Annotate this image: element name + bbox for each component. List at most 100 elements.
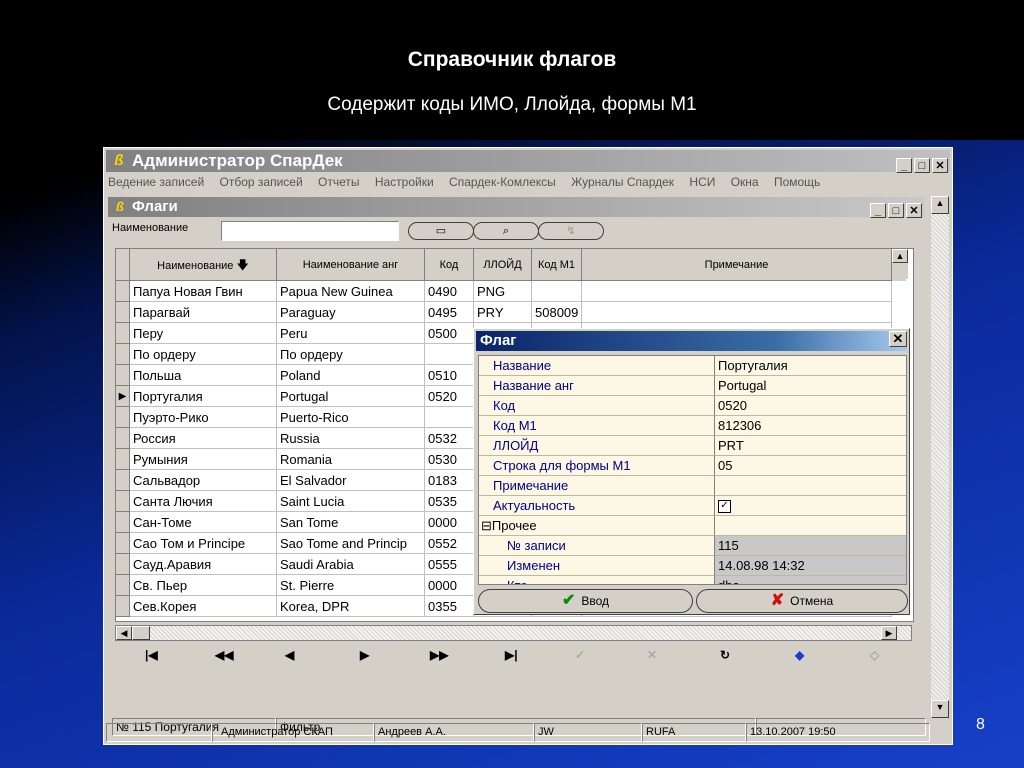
cell-code[interactable] [425,407,474,428]
cell-name-en[interactable]: Poland [277,365,425,386]
property-row[interactable]: Название анг Portugal [479,376,906,396]
cell-note[interactable] [582,302,892,323]
property-row[interactable]: Актуальность ✓ [479,496,906,516]
dialog-close-button[interactable]: ✕ [889,331,907,347]
cell-code[interactable]: 0490 [425,281,474,302]
flags-titlebar[interactable]: ß Флаги _ □ ✕ [108,197,924,218]
property-value[interactable] [715,516,906,536]
cell-code[interactable]: 0555 [425,554,474,575]
cell-name[interactable]: Санта Лючия [130,491,277,512]
app-scroll-down-button[interactable]: ▼ [931,700,949,718]
property-value[interactable]: 812306 [715,416,906,436]
app-scroll-up-button[interactable]: ▲ [931,196,949,214]
cell-name-en[interactable]: Peru [277,323,425,344]
cell-name-en[interactable]: Saudi Arabia [277,554,425,575]
property-row[interactable]: Строка для формы М1 05 [479,456,906,476]
cancel-button[interactable]: ✘ Отмена [696,589,908,613]
menu-item[interactable]: Спардек-Комлексы [449,175,556,189]
cell-name[interactable]: Португалия [130,386,277,407]
column-header-note[interactable]: Примечание [582,249,892,281]
cell-name-en[interactable]: San Tome [277,512,425,533]
cell-note[interactable] [582,281,892,302]
cell-name[interactable]: Польша [130,365,277,386]
cell-code[interactable]: 0520 [425,386,474,407]
property-value[interactable]: 14.08.98 14:32 [715,556,906,576]
cell-name-en[interactable]: Paraguay [277,302,425,323]
cell-name[interactable]: Румыния [130,449,277,470]
cell-name-en[interactable]: Saint Lucia [277,491,425,512]
property-row[interactable]: ⊟Прочее [479,516,906,536]
property-row[interactable]: Название Португалия [479,356,906,376]
first-record-icon[interactable]: |◀ [145,648,158,662]
flags-minimize-button[interactable]: _ [870,203,886,218]
app-vertical-scrollbar[interactable]: ▲ ▼ [931,196,949,718]
property-row[interactable]: Код М1 812306 [479,416,906,436]
cell-name[interactable]: Пуэрто-Рико [130,407,277,428]
minimize-button[interactable]: _ [896,158,912,173]
edit-record-button[interactable]: ▭ [408,222,474,240]
property-row[interactable]: Примечание [479,476,906,496]
prior-page-icon[interactable]: ◀◀ [215,648,233,662]
next-record-icon[interactable]: ▶ [360,648,369,662]
post-icon[interactable]: ✓ [575,648,585,662]
property-value[interactable]: Португалия [715,356,906,376]
cell-code[interactable]: 0532 [425,428,474,449]
next-page-icon[interactable]: ▶▶ [430,648,448,662]
cell-name[interactable]: Перу [130,323,277,344]
cell-name-en[interactable]: Portugal [277,386,425,407]
refresh-data-icon[interactable]: ↻ [720,648,730,662]
filter-icon[interactable]: ◇ [870,648,879,662]
property-value[interactable]: 05 [715,456,906,476]
grid-horizontal-scrollbar[interactable]: ◀ ▶ [115,625,912,641]
cell-code[interactable]: 0535 [425,491,474,512]
filter-input[interactable] [221,221,399,241]
column-header-name-en[interactable]: Наименование анг [277,249,425,281]
cell-name[interactable]: Сальвадор [130,470,277,491]
app-titlebar[interactable]: ß Администратор СпарДек _ □ ✕ [106,150,950,173]
cell-name[interactable]: Св. Пьер [130,575,277,596]
cell-name[interactable]: Россия [130,428,277,449]
close-button[interactable]: ✕ [932,158,948,173]
find-record-button[interactable]: ⌕ [473,222,539,240]
property-value[interactable]: PRT [715,436,906,456]
menu-item[interactable]: Окна [731,175,759,189]
cell-code[interactable]: 0552 [425,533,474,554]
dialog-titlebar[interactable]: Флаг [476,331,907,351]
refresh-button[interactable]: ↯ [538,222,604,240]
cell-name-en[interactable]: Puerto-Rico [277,407,425,428]
cell-name[interactable]: Сан-Томе [130,512,277,533]
menu-item[interactable]: Ведение записей [108,175,204,189]
scroll-right-button[interactable]: ▶ [881,626,897,640]
ok-button[interactable]: ✔ Ввод [478,589,693,613]
property-row[interactable]: № записи 115 [479,536,906,556]
property-row[interactable]: ЛЛОЙД PRT [479,436,906,456]
table-row[interactable]: Папуа Новая Гвин Papua New Guinea 0490 PNG [116,281,906,302]
cell-name[interactable]: Сао Том и Principe [130,533,277,554]
menu-item[interactable]: НСИ [689,175,715,189]
prior-record-icon[interactable]: ◀ [285,648,294,662]
menu-item[interactable]: Отбор записей [220,175,303,189]
cell-name-en[interactable]: Korea, DPR [277,596,425,617]
cell-name-en[interactable]: El Salvador [277,470,425,491]
table-row[interactable]: Парагвай Paraguay 0495 PRY 508009 [116,302,906,323]
cell-lloyd[interactable]: PRY [474,302,532,323]
property-value[interactable]: 115 [715,536,906,556]
cancel-edit-icon[interactable]: ✕ [647,648,657,662]
cell-code[interactable]: 0500 [425,323,474,344]
last-record-icon[interactable]: ▶| [505,648,518,662]
cell-name[interactable]: Сев.Корея [130,596,277,617]
cell-name-en[interactable]: Sao Tome and Princip [277,533,425,554]
property-value[interactable]: 0520 [715,396,906,416]
cell-name-en[interactable]: St. Pierre [277,575,425,596]
scroll-thumb[interactable] [132,626,150,640]
cell-code[interactable]: 0530 [425,449,474,470]
cell-code[interactable]: 0510 [425,365,474,386]
actuality-checkbox[interactable]: ✓ [718,500,731,514]
column-header-code-m1[interactable]: Код М1 [532,249,582,281]
cell-name[interactable]: Сауд.Аравия [130,554,277,575]
cell-name[interactable]: По ордеру [130,344,277,365]
menu-item[interactable]: Отчеты [318,175,359,189]
menu-item[interactable]: Помощь [774,175,820,189]
property-row[interactable]: Код 0520 [479,396,906,416]
property-row[interactable]: Изменен 14.08.98 14:32 [479,556,906,576]
